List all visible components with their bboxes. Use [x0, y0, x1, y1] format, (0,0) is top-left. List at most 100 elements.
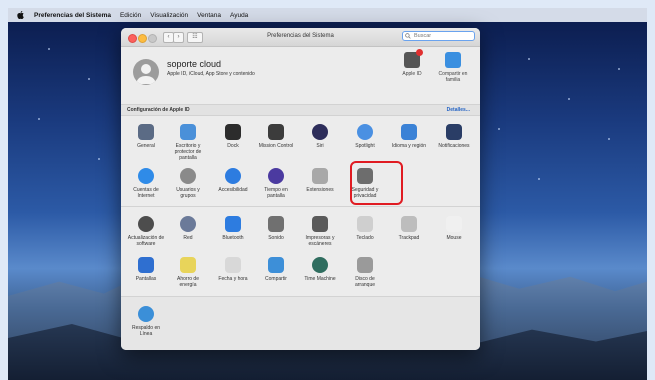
pref-security-privacy[interactable]: Seguridad y privacidad: [345, 168, 385, 199]
apple-id-tile[interactable]: Apple ID: [392, 49, 432, 77]
system-preferences-window: ‹ › ☷ Preferencias del Sistema Buscar so…: [121, 28, 480, 350]
pref-printers[interactable]: Impresoras y escáneres: [300, 216, 340, 247]
sharing-icon: [268, 257, 284, 273]
pref-bluetooth[interactable]: Bluetooth: [213, 216, 253, 241]
pref-label: Extensiones: [306, 187, 334, 193]
menu-view[interactable]: Visualización: [150, 12, 188, 19]
pref-spotlight[interactable]: Spotlight: [345, 124, 385, 149]
internet-accounts-icon: [138, 168, 154, 184]
pref-label: Disco de arranque: [354, 276, 375, 288]
pref-label: Teclado: [356, 235, 374, 241]
pref-users-groups[interactable]: Usuarios y grupos: [168, 168, 208, 199]
bluetooth-icon: [225, 216, 241, 232]
pref-dock[interactable]: Dock: [213, 124, 253, 149]
pref-keyboard[interactable]: Teclado: [345, 216, 385, 241]
pref-sharing[interactable]: Compartir: [256, 257, 296, 282]
apple-id-banner: Configuración de Apple ID Detalles...: [121, 104, 480, 116]
notification-badge: [416, 49, 423, 56]
energy-saver-icon: [180, 257, 196, 273]
sound-icon: [268, 216, 284, 232]
pref-energy-saver[interactable]: Ahorro de energía: [168, 257, 208, 288]
menu-window[interactable]: Ventana: [197, 12, 221, 19]
pref-label: Actualización de software: [127, 235, 165, 247]
pref-label: Pantallas: [135, 276, 157, 282]
pref-label: Dock: [227, 143, 239, 149]
screen-time-icon: [268, 168, 284, 184]
apple-id-icon: [404, 49, 423, 68]
family-sharing-icon: [445, 52, 461, 68]
pref-label: Red: [183, 235, 193, 241]
pref-network[interactable]: Red: [168, 216, 208, 241]
pref-time-machine[interactable]: Time Machine: [300, 257, 340, 282]
pref-label: Compartir: [265, 276, 287, 282]
pref-label: Accesibilidad: [218, 187, 248, 193]
pref-general[interactable]: General: [126, 124, 166, 149]
siri-icon: [312, 124, 328, 140]
pref-label: Respaldo en Línea: [131, 325, 161, 337]
startup-disk-icon: [357, 257, 373, 273]
dock-icon: [225, 124, 241, 140]
pref-sound[interactable]: Sonido: [256, 216, 296, 241]
pref-label: Seguridad y privacidad: [351, 187, 379, 199]
pref-label: Trackpad: [398, 235, 420, 241]
pref-accessibility[interactable]: Accesibilidad: [213, 168, 253, 193]
pref-label: Tiempo en pantalla: [264, 187, 288, 199]
pref-startup-disk[interactable]: Disco de arranque: [345, 257, 385, 288]
pref-label: Escritorio y protector de pantalla: [174, 143, 202, 161]
date-time-icon: [225, 257, 241, 273]
pref-internet-accounts[interactable]: Cuentas de Internet: [126, 168, 166, 199]
apple-logo-icon[interactable]: [17, 11, 24, 19]
time-machine-icon: [312, 257, 328, 273]
pref-software-update[interactable]: Actualización de software: [126, 216, 166, 247]
details-link[interactable]: Detalles...: [447, 105, 470, 115]
keyboard-icon: [357, 216, 373, 232]
pref-label: Mission Control: [258, 143, 294, 149]
pref-notifications[interactable]: Notificaciones: [434, 124, 474, 149]
network-icon: [180, 216, 196, 232]
notifications-icon: [446, 124, 462, 140]
software-update-icon: [138, 216, 154, 232]
pref-label: Time Machine: [304, 276, 336, 282]
family-sharing-label: Compartir en familia: [438, 71, 468, 83]
displays-icon: [138, 257, 154, 273]
pref-desktop[interactable]: Escritorio y protector de pantalla: [168, 124, 208, 161]
pref-screen-time[interactable]: Tiempo en pantalla: [256, 168, 296, 199]
extensions-icon: [312, 168, 328, 184]
printers-icon: [312, 216, 328, 232]
pref-label: Ahorro de energía: [177, 276, 199, 288]
pref-displays[interactable]: Pantallas: [126, 257, 166, 282]
menu-edit[interactable]: Edición: [120, 12, 141, 19]
avatar[interactable]: [133, 59, 159, 85]
pref-label: General: [137, 143, 155, 149]
pref-trackpad[interactable]: Trackpad: [389, 216, 429, 241]
pref-label: Impresoras y escáneres: [305, 235, 335, 247]
pref-extensions[interactable]: Extensiones: [300, 168, 340, 193]
pref-label: Notificaciones: [438, 143, 470, 149]
mission-control-icon: [268, 124, 284, 140]
other-prefs-section: [121, 296, 480, 350]
mouse-icon: [446, 216, 462, 232]
security-privacy-icon: [357, 168, 373, 184]
pref-mission-control[interactable]: Mission Control: [256, 124, 296, 149]
user-silhouette-icon: [136, 64, 156, 84]
spotlight-icon: [357, 124, 373, 140]
pref-online-backup[interactable]: Respaldo en Línea: [126, 306, 166, 337]
search-placeholder: Buscar: [414, 33, 432, 39]
account-header: soporte cloud Apple ID, iCloud, App Stor…: [121, 46, 480, 104]
family-sharing-tile[interactable]: Compartir en familia: [433, 52, 473, 83]
menu-app-name[interactable]: Preferencias del Sistema: [34, 12, 111, 19]
pref-label: Usuarios y grupos: [176, 187, 200, 199]
pref-label: Siri: [316, 143, 324, 149]
apple-id-banner-label: Configuración de Apple ID: [127, 107, 190, 113]
search-field[interactable]: Buscar: [402, 31, 475, 41]
menu-help[interactable]: Ayuda: [230, 12, 248, 19]
desktop-icon: [180, 124, 196, 140]
pref-label: Fecha y hora: [218, 276, 248, 282]
pref-siri[interactable]: Siri: [300, 124, 340, 149]
pref-label: Bluetooth: [222, 235, 244, 241]
title-bar: ‹ › ☷ Preferencias del Sistema Buscar: [121, 28, 480, 47]
pref-language[interactable]: Idioma y región: [389, 124, 429, 149]
desktop: Preferencias del Sistema Edición Visuali…: [8, 8, 647, 380]
pref-mouse[interactable]: Mouse: [434, 216, 474, 241]
pref-date-time[interactable]: Fecha y hora: [213, 257, 253, 282]
